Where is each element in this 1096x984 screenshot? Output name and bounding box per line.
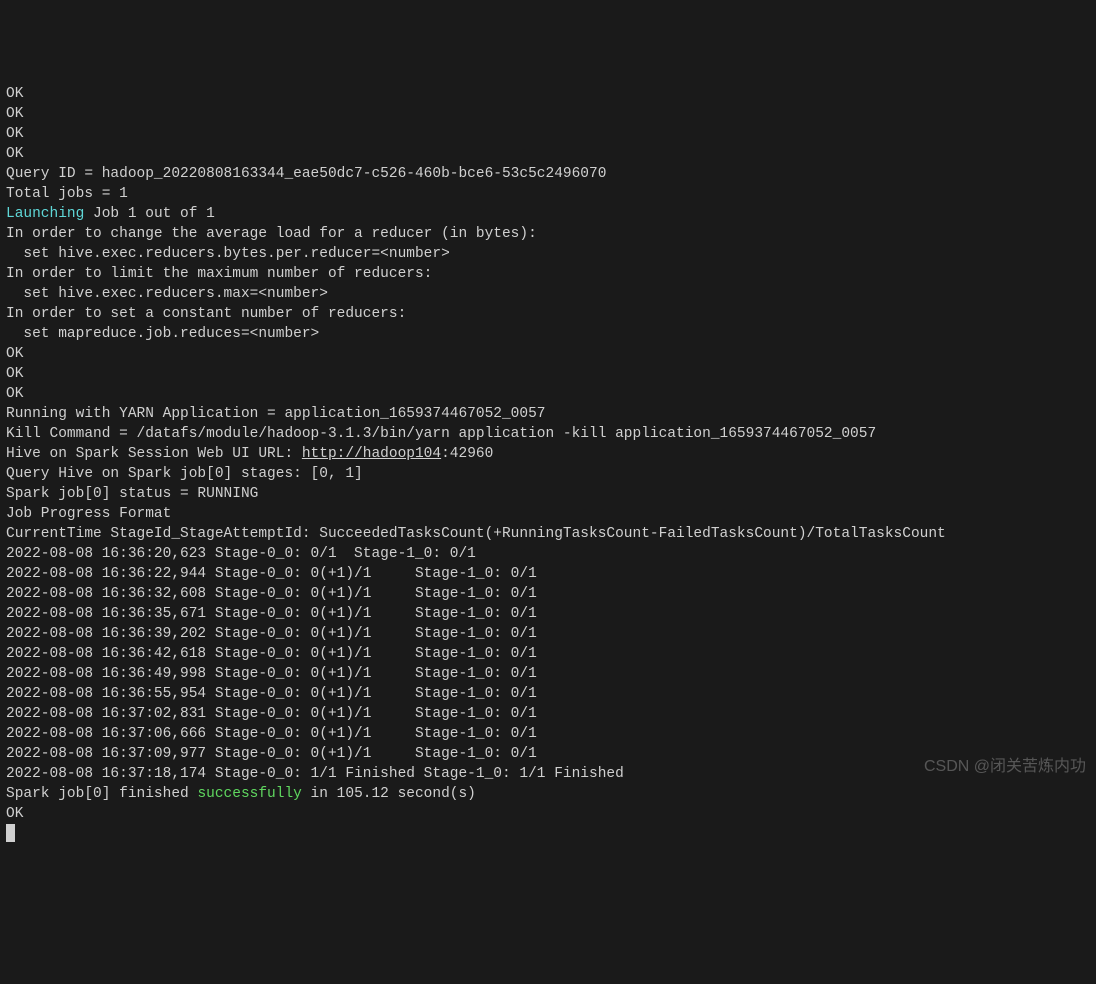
progress-line: 2022-08-08 16:36:39,202 Stage-0_0: 0(+1)…: [6, 624, 1090, 644]
status-line: OK: [6, 804, 1090, 824]
cursor-icon: [6, 824, 15, 842]
hint-line: In order to change the average load for …: [6, 224, 1090, 244]
progress-line: 2022-08-08 16:36:55,954 Stage-0_0: 0(+1)…: [6, 684, 1090, 704]
progress-line: 2022-08-08 16:36:49,998 Stage-0_0: 0(+1)…: [6, 664, 1090, 684]
launching-text: Job 1 out of 1: [84, 206, 215, 222]
progress-line: 2022-08-08 16:37:18,174 Stage-0_0: 1/1 F…: [6, 764, 1090, 784]
status-line: OK: [6, 84, 1090, 104]
progress-line: 2022-08-08 16:36:22,944 Stage-0_0: 0(+1)…: [6, 564, 1090, 584]
status-line: OK: [6, 144, 1090, 164]
successfully-keyword: successfully: [197, 786, 301, 802]
hint-line: set mapreduce.job.reduces=<number>: [6, 324, 1090, 344]
web-ui-prefix: Hive on Spark Session Web UI URL:: [6, 446, 302, 462]
progress-line: 2022-08-08 16:36:32,608 Stage-0_0: 0(+1)…: [6, 584, 1090, 604]
yarn-app-line: Running with YARN Application = applicat…: [6, 404, 1090, 424]
progress-line: 2022-08-08 16:37:06,666 Stage-0_0: 0(+1)…: [6, 724, 1090, 744]
prompt-line[interactable]: [6, 824, 1090, 844]
query-stages-line: Query Hive on Spark job[0] stages: [0, 1…: [6, 464, 1090, 484]
launching-keyword: Launching: [6, 206, 84, 222]
web-ui-line: Hive on Spark Session Web UI URL: http:/…: [6, 444, 1090, 464]
total-jobs-line: Total jobs = 1: [6, 184, 1090, 204]
launching-line: Launching Job 1 out of 1: [6, 204, 1090, 224]
status-line: OK: [6, 384, 1090, 404]
format-header: CurrentTime StageId_StageAttemptId: Succ…: [6, 524, 1090, 544]
web-ui-url[interactable]: http://hadoop104: [302, 446, 441, 462]
status-line: OK: [6, 364, 1090, 384]
status-line: OK: [6, 104, 1090, 124]
finished-prefix: Spark job[0] finished: [6, 786, 197, 802]
progress-line: 2022-08-08 16:37:02,831 Stage-0_0: 0(+1)…: [6, 704, 1090, 724]
hint-line: set hive.exec.reducers.bytes.per.reducer…: [6, 244, 1090, 264]
job-progress-header: Job Progress Format: [6, 504, 1090, 524]
web-ui-port: :42960: [441, 446, 493, 462]
status-line: OK: [6, 124, 1090, 144]
hint-line: In order to limit the maximum number of …: [6, 264, 1090, 284]
progress-line: 2022-08-08 16:36:42,618 Stage-0_0: 0(+1)…: [6, 644, 1090, 664]
terminal-output[interactable]: OKOKOKOKQuery ID = hadoop_20220808163344…: [6, 84, 1090, 844]
kill-command-line: Kill Command = /datafs/module/hadoop-3.1…: [6, 424, 1090, 444]
progress-line: 2022-08-08 16:36:20,623 Stage-0_0: 0/1 S…: [6, 544, 1090, 564]
finished-duration: in 105.12 second(s): [302, 786, 476, 802]
hint-line: In order to set a constant number of red…: [6, 304, 1090, 324]
hint-line: set hive.exec.reducers.max=<number>: [6, 284, 1090, 304]
progress-line: 2022-08-08 16:37:09,977 Stage-0_0: 0(+1)…: [6, 744, 1090, 764]
query-id-line: Query ID = hadoop_20220808163344_eae50dc…: [6, 164, 1090, 184]
progress-line: 2022-08-08 16:36:35,671 Stage-0_0: 0(+1)…: [6, 604, 1090, 624]
spark-status-line: Spark job[0] status = RUNNING: [6, 484, 1090, 504]
finished-line: Spark job[0] finished successfully in 10…: [6, 784, 1090, 804]
status-line: OK: [6, 344, 1090, 364]
